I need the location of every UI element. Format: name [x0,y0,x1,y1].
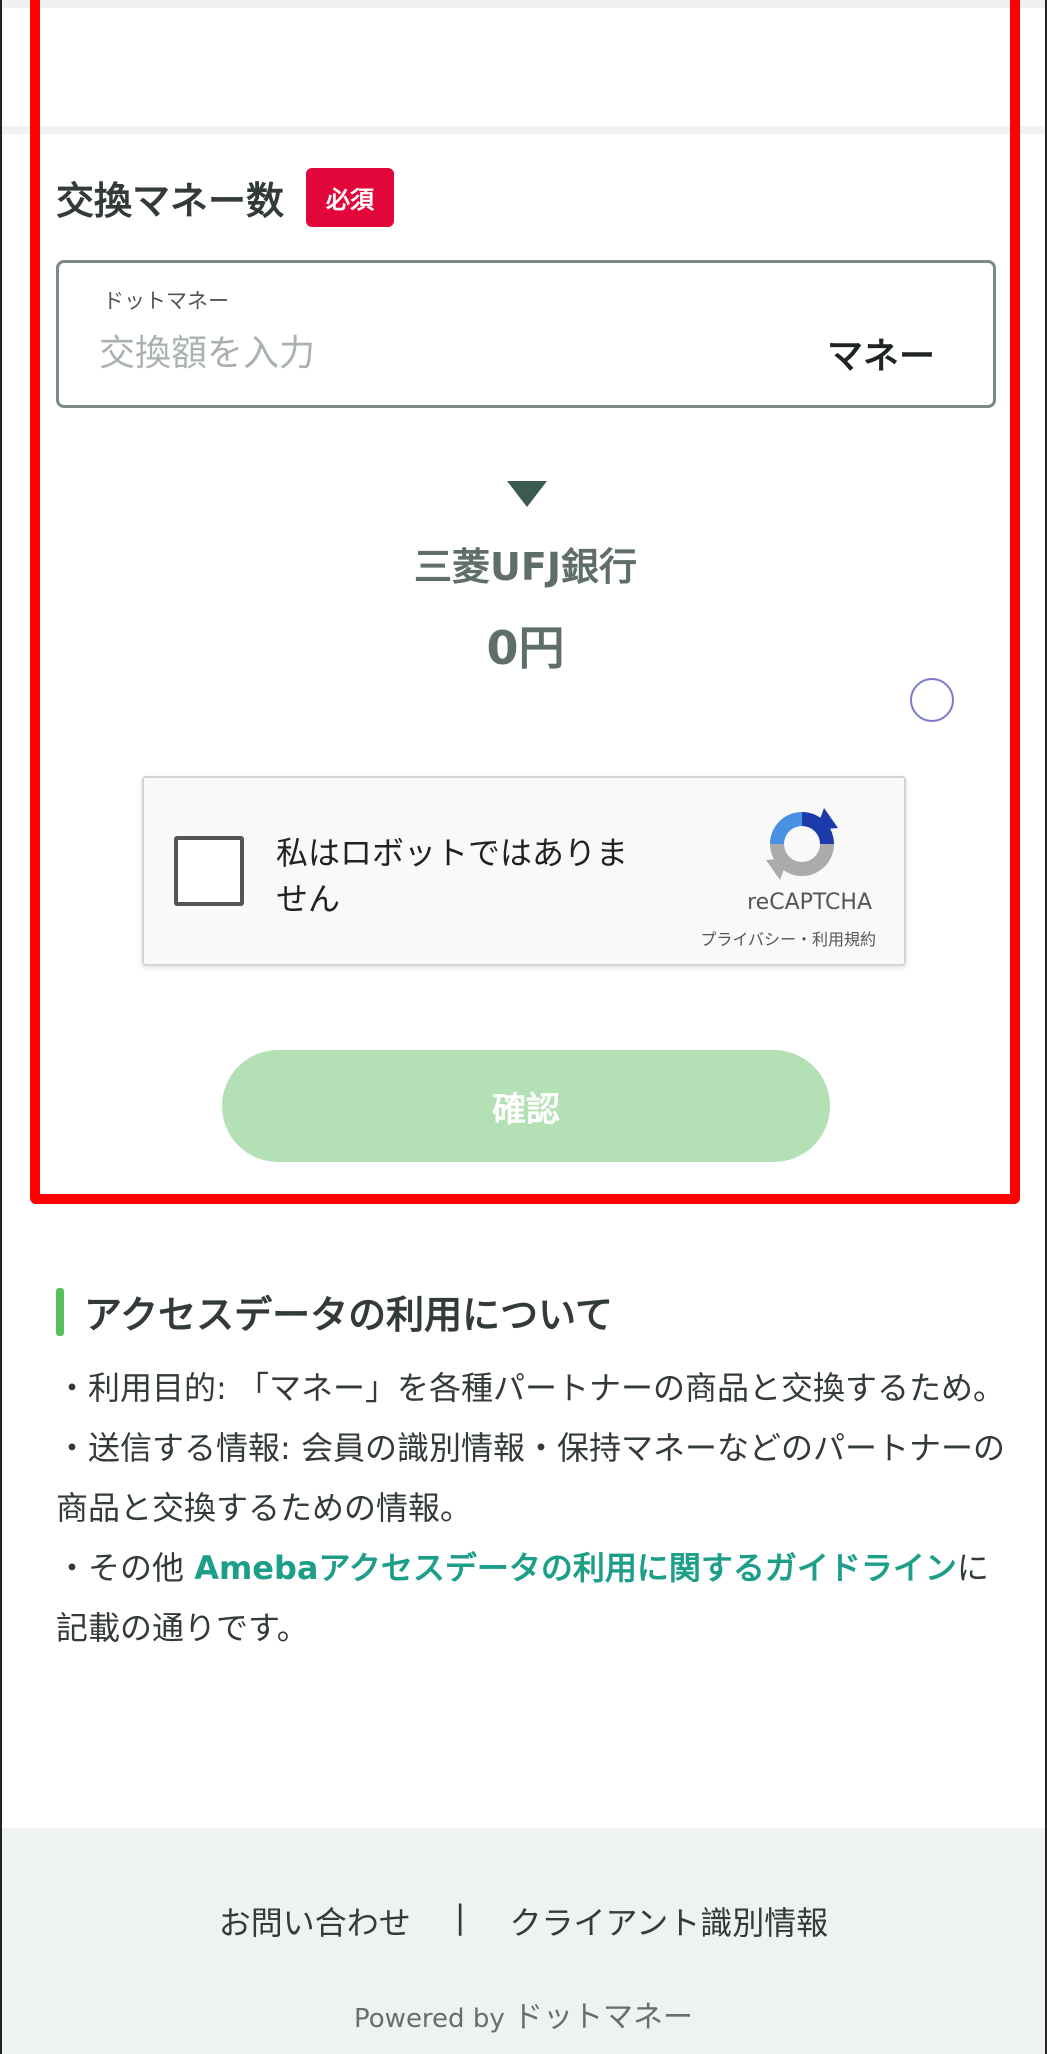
ameba-guideline-link[interactable]: Amebaアクセスデータの利用に関するガイドライン [194,1549,957,1587]
exchange-amount-field-title: 交換マネー数 必須 [56,168,395,227]
access-purpose: ・利用目的: 「マネー」を各種パートナーの商品と交換するため。 [56,1369,1005,1407]
required-badge: 必須 [306,168,395,227]
section-accent-bar [56,1287,64,1336]
powered-by: Powered by ドットマネー [2,1992,1045,2036]
recaptcha-label: 私はロボットではありません [276,834,629,918]
access-other-prefix: ・その他 [56,1549,195,1587]
footer-separator: | [454,1898,466,1936]
client-info-link[interactable]: クライアント識別情報 [510,1898,829,1944]
input-unit: マネー [826,336,935,377]
recaptcha-brand: reCAPTCHA [747,890,872,915]
recaptcha-widget: 私はロボットではありません reCAPTCHA プライバシー・利用規約 [142,776,906,966]
powered-by-text: Powered by [354,2004,505,2034]
access-info: ・送信する情報: 会員の識別情報・保持マネーなどのパートナーの商品と交換するため… [56,1429,1005,1527]
converted-amount: 0円 [486,621,565,675]
access-title-text: アクセスデータの利用について [84,1293,613,1337]
header-area [2,8,1045,134]
recaptcha-terms-link[interactable]: プライバシー・利用規約 [700,926,876,950]
confirm-button[interactable]: 確認 [222,1050,830,1162]
top-strip [2,0,1045,8]
exchange-amount-input[interactable] [99,321,799,385]
footer-links: お問い合わせ | クライアント識別情報 [2,1898,1045,1944]
recaptcha-logo-icon [766,808,838,880]
footer: お問い合わせ | クライアント識別情報 Powered by ドットマネー [2,1828,1045,2054]
contact-link[interactable]: お問い合わせ [219,1898,411,1944]
access-data-section-title: アクセスデータの利用について [56,1284,613,1339]
input-caption: ドットマネー [103,289,229,313]
money-input-box[interactable]: ドットマネー マネー [56,260,996,408]
field-title-label: 交換マネー数 [56,179,285,223]
recaptcha-checkbox[interactable] [174,836,244,906]
bank-name: 三菱UFJ銀行 [414,545,637,589]
loading-spinner-icon [910,678,954,722]
powered-by-brand: ドットマネー [512,2000,693,2035]
access-other: ・その他 Amebaアクセスデータの利用に関するガイドラインに記載の通りです。 [56,1538,1006,1658]
access-data-description: ・利用目的: 「マネー」を各種パートナーの商品と交換するため。 ・送信する情報:… [56,1358,1006,1658]
arrow-down-icon [507,481,547,507]
